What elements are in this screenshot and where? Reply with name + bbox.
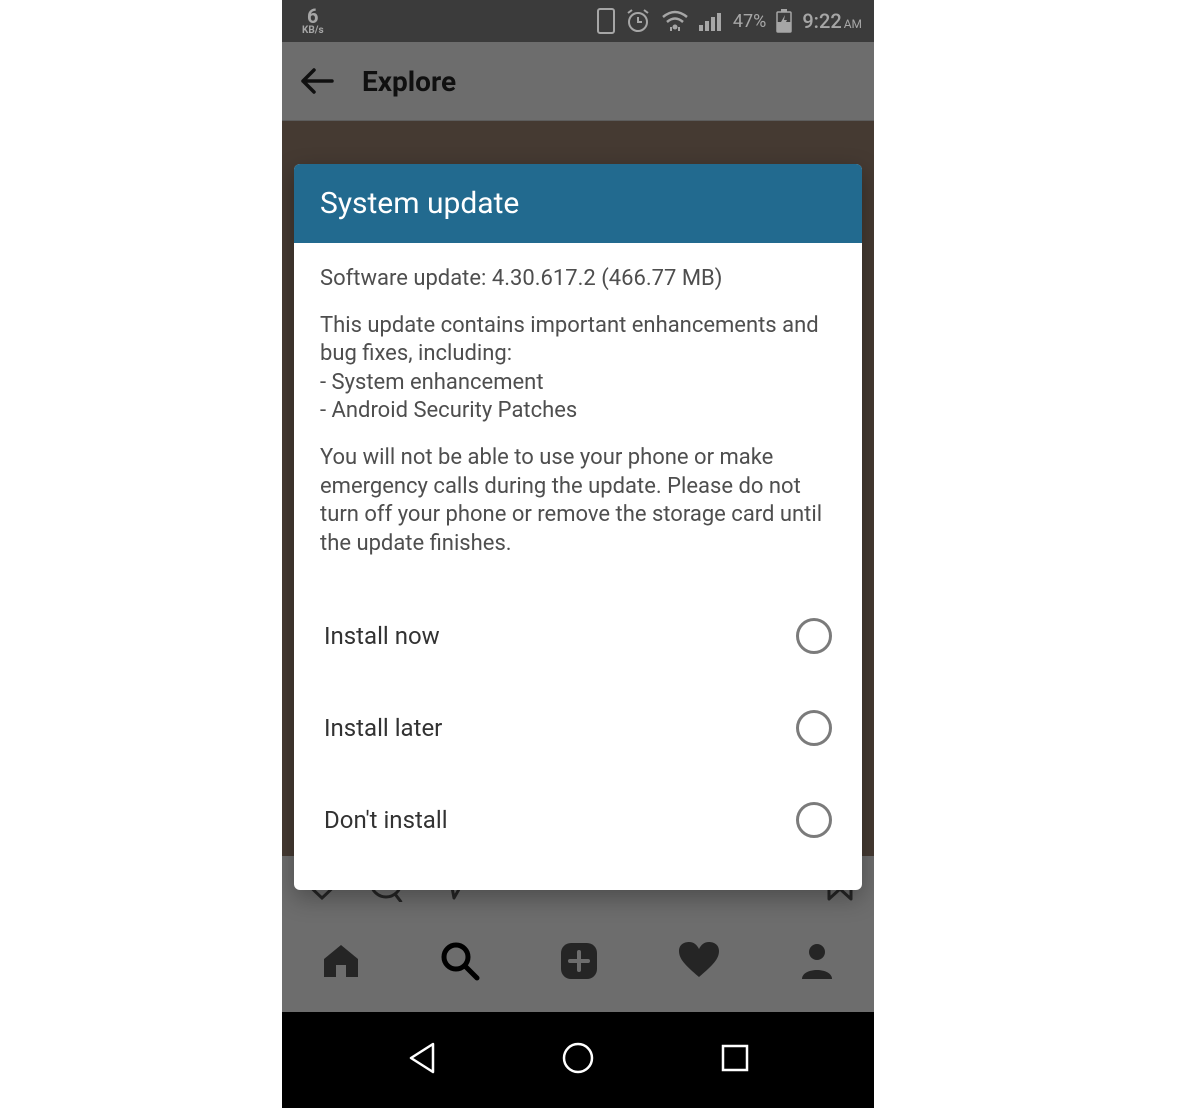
sys-recents-icon[interactable]	[720, 1043, 750, 1077]
radio-unchecked-icon	[796, 618, 832, 654]
app-header: Explore	[282, 42, 874, 121]
option-install-now[interactable]: Install now	[320, 590, 836, 682]
battery-charging-icon	[776, 9, 792, 33]
update-warning: You will not be able to use your phone o…	[320, 444, 836, 558]
radio-unchecked-icon	[796, 802, 832, 838]
dialog-title: System update	[294, 164, 862, 243]
time-ampm: AM	[844, 17, 862, 31]
sys-home-icon[interactable]	[561, 1041, 595, 1079]
dialog-options: Install now Install later Don't install	[294, 584, 862, 890]
system-nav-bar	[282, 1012, 874, 1108]
radio-unchecked-icon	[796, 710, 832, 746]
nav-home-icon[interactable]	[320, 941, 362, 985]
page-title: Explore	[362, 65, 456, 98]
screen: 6 KB/s 47%	[282, 0, 874, 1012]
speed-unit: KB/s	[302, 26, 324, 36]
battery-percent: 47%	[733, 11, 766, 32]
alarm-icon	[625, 8, 651, 34]
desc-item-1: - System enhancement	[320, 370, 544, 395]
sys-back-icon[interactable]	[407, 1041, 437, 1079]
option-install-later[interactable]: Install later	[320, 682, 836, 774]
update-version-line: Software update: 4.30.617.2 (466.77 MB)	[320, 265, 836, 294]
nav-activity-icon[interactable]	[677, 941, 721, 985]
portrait-lock-icon	[597, 8, 615, 34]
nav-search-icon[interactable]	[439, 940, 481, 986]
system-update-dialog: System update Software update: 4.30.617.…	[294, 164, 862, 890]
status-bar: 6 KB/s 47%	[282, 0, 874, 42]
dialog-body: Software update: 4.30.617.2 (466.77 MB) …	[294, 243, 862, 584]
speed-value: 6	[307, 6, 318, 26]
desc-intro: This update contains important enhanceme…	[320, 313, 819, 367]
option-label: Install later	[324, 714, 442, 742]
option-label: Install now	[324, 622, 440, 650]
status-icons: 47% 9:22AM	[597, 8, 862, 34]
update-description: This update contains important enhanceme…	[320, 312, 836, 426]
option-label: Don't install	[324, 806, 448, 834]
time-value: 9:22	[802, 9, 841, 33]
phone-frame: 6 KB/s 47%	[282, 0, 874, 1108]
desc-item-2: - Android Security Patches	[320, 398, 577, 423]
option-dont-install[interactable]: Don't install	[320, 774, 836, 866]
bottom-nav	[282, 914, 874, 1012]
wifi-icon	[661, 10, 689, 32]
nav-profile-icon[interactable]	[798, 941, 836, 985]
cellular-signal-icon	[699, 11, 723, 31]
network-speed-indicator: 6 KB/s	[302, 6, 324, 36]
back-arrow-icon[interactable]	[300, 67, 334, 95]
status-clock: 9:22AM	[802, 9, 862, 33]
nav-add-post-icon[interactable]	[558, 940, 600, 986]
